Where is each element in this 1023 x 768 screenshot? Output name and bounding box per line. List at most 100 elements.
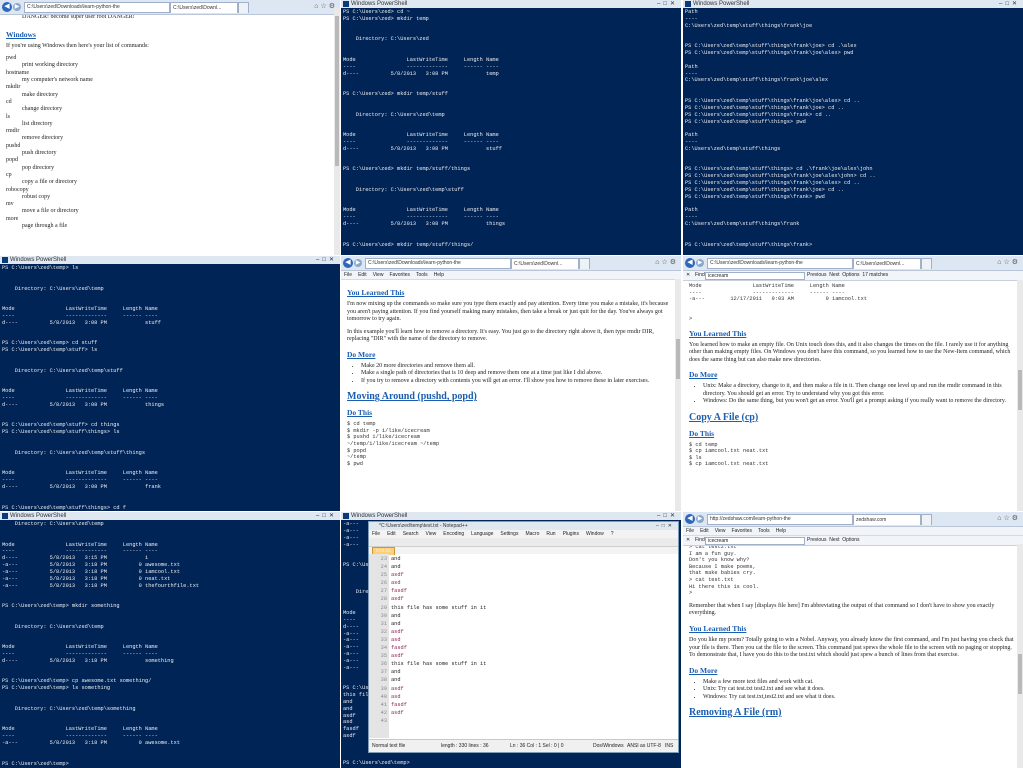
menu-item[interactable]: Help bbox=[434, 272, 444, 278]
menu-item[interactable]: ? bbox=[611, 531, 614, 537]
browser-tab[interactable]: C:\Users\zed\Downl... bbox=[853, 258, 921, 269]
menu-item[interactable]: Settings bbox=[500, 531, 518, 537]
windows-heading[interactable]: Windows bbox=[6, 30, 334, 39]
toolbar-icons[interactable]: ⌂☆⚙ bbox=[997, 258, 1020, 266]
menu-item[interactable]: Edit bbox=[700, 528, 709, 534]
menu-item[interactable]: Edit bbox=[358, 272, 367, 278]
find-input[interactable]: icecream bbox=[705, 537, 805, 545]
menu-item[interactable]: Tools bbox=[416, 272, 428, 278]
back-button[interactable]: ◀ bbox=[343, 258, 353, 268]
browser-tab[interactable]: C:\Users\zed\Downl... bbox=[511, 258, 579, 269]
address-input[interactable]: C:\Users\zed\Downloads\learn-python-the bbox=[707, 258, 853, 269]
menu-item[interactable]: Search bbox=[403, 531, 419, 537]
star-icon[interactable]: ☆ bbox=[1003, 259, 1011, 266]
new-tab-button[interactable] bbox=[238, 2, 249, 13]
close-icon[interactable]: ✕ bbox=[686, 536, 690, 545]
find-previous-button[interactable]: Previous bbox=[807, 272, 826, 278]
menu-item[interactable]: Plugins bbox=[563, 531, 579, 537]
do-more-heading[interactable]: Do More bbox=[689, 370, 1017, 379]
window-controls[interactable]: –□✕ bbox=[657, 0, 678, 8]
address-input[interactable]: C:\Users\zed\Downloads\learn-python-the bbox=[365, 258, 511, 269]
back-button[interactable]: ◀ bbox=[685, 258, 695, 268]
menu-item[interactable]: Encoding bbox=[443, 531, 464, 537]
powershell-icon bbox=[2, 513, 8, 519]
notepad-window-controls[interactable]: –□✕ bbox=[656, 522, 675, 530]
editor-line: 40 asd bbox=[369, 693, 486, 701]
menu-item[interactable]: Macro bbox=[525, 531, 539, 537]
menu-item[interactable]: File bbox=[372, 531, 380, 537]
find-next-button[interactable]: Next bbox=[829, 272, 839, 278]
learned-heading[interactable]: You Learned This bbox=[689, 329, 1017, 338]
forward-button[interactable]: ▶ bbox=[354, 259, 362, 267]
learned-heading[interactable]: You Learned This bbox=[347, 288, 675, 297]
editor-line: 23 and bbox=[369, 555, 486, 563]
gear-icon[interactable]: ⚙ bbox=[1012, 259, 1020, 266]
line-number: 37 bbox=[380, 669, 387, 676]
star-icon[interactable]: ☆ bbox=[320, 3, 328, 10]
new-tab-button[interactable] bbox=[921, 258, 932, 269]
close-icon[interactable]: ✕ bbox=[686, 271, 690, 280]
star-icon[interactable]: ☆ bbox=[661, 259, 669, 266]
gear-icon[interactable]: ⚙ bbox=[670, 259, 678, 266]
find-options-button[interactable]: Options bbox=[842, 537, 859, 543]
copy-file-heading[interactable]: Copy A File (cp) bbox=[689, 412, 1017, 423]
do-more-heading[interactable]: Do More bbox=[347, 350, 675, 359]
console-output[interactable]: Path ---- C:\Users\zed\temp\stuff\things… bbox=[683, 8, 1023, 250]
toolbar-icons[interactable]: ⌂☆⚙ bbox=[997, 514, 1020, 522]
moving-around-heading[interactable]: Moving Around (pushd, popd) bbox=[347, 391, 675, 402]
forward-button[interactable]: ▶ bbox=[696, 515, 704, 523]
find-options-button[interactable]: Options bbox=[842, 272, 859, 278]
back-button[interactable]: ◀ bbox=[2, 2, 12, 12]
window-title: Windows PowerShell bbox=[10, 513, 67, 519]
back-button[interactable]: ◀ bbox=[685, 514, 695, 524]
address-input[interactable]: C:\Users\zed\Downloads\learn-python-the bbox=[24, 2, 170, 13]
window-controls[interactable]: –□✕ bbox=[316, 256, 337, 264]
find-previous-button[interactable]: Previous bbox=[807, 537, 826, 543]
menu-item[interactable]: Run bbox=[546, 531, 555, 537]
menu-item[interactable]: View bbox=[715, 528, 726, 534]
forward-button[interactable]: ▶ bbox=[13, 3, 21, 11]
command-description: my computer's network name bbox=[22, 77, 93, 84]
star-icon[interactable]: ☆ bbox=[1003, 515, 1011, 522]
toolbar-icons[interactable]: ⌂☆⚙ bbox=[655, 258, 678, 266]
forward-button[interactable]: ▶ bbox=[696, 259, 704, 267]
menu-item[interactable]: Favorites bbox=[731, 528, 752, 534]
notepad-toolbar[interactable] bbox=[369, 538, 678, 547]
menu-item[interactable]: Tools bbox=[758, 528, 770, 534]
menu-item[interactable]: File bbox=[344, 272, 352, 278]
menu-item[interactable]: View bbox=[426, 531, 437, 537]
editor-line: 30 and bbox=[369, 612, 486, 620]
learned-heading[interactable]: You Learned This bbox=[689, 624, 1017, 633]
console-output[interactable]: PS C:\Users\zed> cd ~ PS C:\Users\zed> m… bbox=[341, 8, 681, 250]
menu-item[interactable]: Help bbox=[776, 528, 786, 534]
do-this-heading[interactable]: Do This bbox=[689, 429, 1017, 438]
find-next-button[interactable]: Next bbox=[829, 537, 839, 543]
scrollbar[interactable] bbox=[1017, 544, 1023, 768]
console-prompt[interactable]: PS C:\Users\zed\temp> bbox=[341, 759, 412, 768]
window-controls[interactable]: –□✕ bbox=[316, 512, 337, 520]
scrollbar[interactable] bbox=[1017, 280, 1023, 511]
address-input[interactable]: http://zedshaw.com/learn-python-the bbox=[707, 514, 853, 525]
menu-item[interactable]: Favorites bbox=[389, 272, 410, 278]
browser-tab[interactable]: zedshaw.com bbox=[853, 514, 921, 525]
do-more-heading[interactable]: Do More bbox=[689, 666, 1017, 675]
menu-item[interactable]: Language bbox=[471, 531, 493, 537]
menu-item[interactable]: View bbox=[373, 272, 384, 278]
new-tab-button[interactable] bbox=[579, 258, 590, 269]
menu-item[interactable]: Edit bbox=[387, 531, 396, 537]
find-input[interactable]: icecream bbox=[705, 272, 805, 280]
browser-tab[interactable]: C:\Users\zed\Downl... bbox=[170, 2, 238, 13]
window-controls[interactable]: –□✕ bbox=[999, 0, 1020, 8]
menu-item[interactable]: File bbox=[686, 528, 694, 534]
remove-file-heading[interactable]: Removing A File (rm) bbox=[689, 707, 1017, 718]
window-controls[interactable]: –□✕ bbox=[657, 512, 678, 520]
do-this-heading[interactable]: Do This bbox=[347, 408, 675, 417]
editor-text[interactable]: 23 and 24 and 25 asdf 26 asd 27 fasdf 28 asdf 29 this… bbox=[369, 555, 487, 725]
scrollbar[interactable] bbox=[675, 279, 681, 511]
console-output[interactable]: PS C:\Users\zed\temp> ls Directory: C:\U… bbox=[0, 264, 340, 511]
console-output[interactable]: Directory: C:\Users\zed\temp Mode LastWr… bbox=[0, 520, 340, 768]
scrollbar[interactable] bbox=[334, 8, 340, 255]
gear-icon[interactable]: ⚙ bbox=[1012, 515, 1020, 522]
new-tab-button[interactable] bbox=[921, 514, 932, 525]
menu-item[interactable]: Window bbox=[586, 531, 604, 537]
